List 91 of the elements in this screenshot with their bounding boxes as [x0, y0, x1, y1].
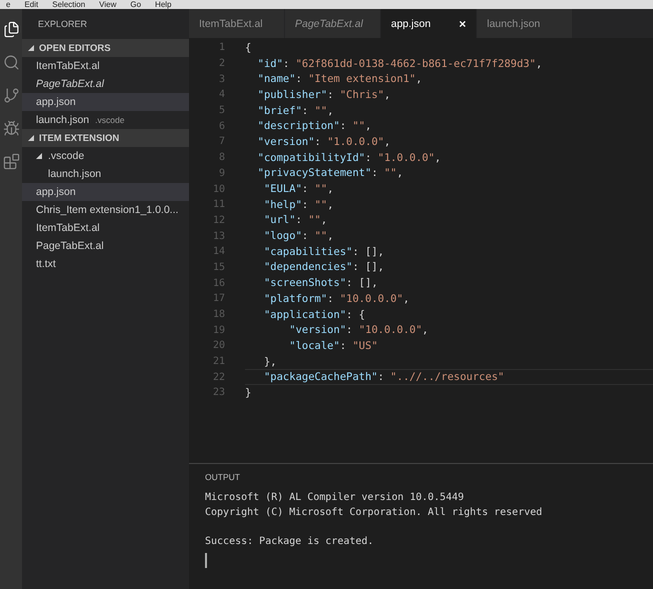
line-number: 16 [212, 278, 226, 289]
line-number: 18 [212, 309, 226, 320]
code-line: "logo": "", [262, 230, 334, 242]
file-tree-item[interactable]: app.json [22, 93, 189, 111]
expand-arrow-icon [36, 153, 42, 159]
code-line: "publisher": "Chris", [256, 88, 390, 101]
menu-item[interactable]: e [6, 0, 10, 9]
file-tree-item[interactable]: launch.json [22, 165, 189, 183]
menu-item[interactable]: Go [130, 0, 142, 9]
section-header[interactable]: OPEN EDITORS [22, 39, 189, 57]
line-number: 12 [212, 214, 226, 226]
line-number: 5 [218, 105, 226, 116]
file-tree-item[interactable]: app.json [22, 183, 189, 201]
folder-label: .vscode [48, 150, 84, 162]
expand-arrow-icon [28, 45, 34, 51]
files-icon[interactable] [2, 21, 20, 38]
close-icon[interactable]: × [458, 16, 466, 30]
file-tree-item[interactable]: launch.json .vscode [22, 111, 189, 129]
code-line: "screenShots": [], [262, 277, 378, 290]
line-number: 17 [212, 293, 226, 304]
menu-item[interactable]: Edit [24, 0, 38, 9]
section-title: ITEM EXTENSION [39, 132, 120, 144]
code-line: "application": { [262, 308, 366, 321]
file-tree-item[interactable]: .vscode [22, 147, 189, 165]
output-line: Microsoft (R) AL Compiler version 10.0.5449 [205, 492, 465, 505]
file-tree-item[interactable]: ItemTabExt.al [22, 57, 189, 75]
line-number: 6 [218, 120, 226, 132]
line-number: 15 [212, 262, 226, 273]
line-number: 11 [212, 199, 226, 210]
code-line: { [245, 42, 252, 54]
file-tree-item[interactable]: PageTabExt.al [22, 75, 189, 93]
code-line: "packageCachePath": "..//../resources" [262, 371, 504, 384]
line-number: 7 [218, 136, 226, 148]
file-tree-item[interactable]: tt.txt [22, 255, 189, 273]
tab-label: app.json [391, 18, 431, 30]
output-line: Success: Package is created. [205, 536, 375, 548]
line-number: 1 [218, 42, 226, 54]
file-tree-item[interactable]: Chris_Item extension1_1.0.0... [22, 201, 189, 219]
code-line: "version": "1.0.0.0", [256, 136, 390, 148]
line-number: 4 [218, 89, 226, 100]
explorer-title: EXPLORER [37, 18, 88, 31]
line-number: 20 [212, 340, 226, 352]
tab-label: launch.json [487, 18, 540, 30]
line-number: 13 [212, 230, 226, 242]
line-number: 21 [212, 356, 226, 368]
tab-label: ItemTabExt.al [199, 18, 263, 30]
editor-tab[interactable]: app.json × [381, 9, 477, 38]
code-line: "locale": "US" [288, 340, 378, 352]
line-number: 23 [212, 387, 226, 398]
file-tree-item[interactable]: ItemTabExt.al [22, 219, 189, 237]
line-number: 19 [212, 324, 226, 336]
section-header[interactable]: ITEM EXTENSION [22, 129, 189, 147]
line-number: 8 [218, 152, 226, 164]
line-number: 22 [212, 372, 226, 383]
line-number: 9 [218, 168, 226, 179]
output-line: Copyright (C) Microsoft Corporation. All rights reserved [205, 506, 544, 520]
menu-item[interactable]: Help [155, 0, 172, 9]
code-line: "name": "Item extension1", [256, 73, 422, 86]
code-line: "capabilities": [], [262, 246, 384, 258]
code-line: "id": "62f861dd-0138-4662-b861-ec71f7f289d3", [256, 58, 542, 70]
code-line: "EULA": "", [262, 183, 334, 196]
code-line: "url": "", [262, 214, 328, 226]
line-number: 14 [212, 246, 226, 258]
blocks-icon[interactable] [2, 153, 20, 170]
code-line: "compatibilityId": "1.0.0.0", [256, 152, 441, 164]
editor-tab[interactable]: PageTabExt.al [285, 9, 381, 38]
tab-label: PageTabExt.al [295, 18, 363, 30]
section-title: OPEN EDITORS [39, 42, 111, 54]
line-number: 3 [218, 74, 226, 85]
branch-icon[interactable] [2, 87, 20, 104]
code-line: "privacyStatement": "", [256, 167, 404, 180]
code-line: "dependencies": [], [262, 261, 384, 274]
code-line: "description": "", [256, 120, 372, 132]
editor-tab[interactable]: ItemTabExt.al [189, 9, 285, 38]
code-line: "platform": "10.0.0.0", [262, 292, 410, 305]
code-line: "help": "", [262, 198, 334, 211]
bug-icon[interactable] [2, 120, 20, 137]
editor-tab[interactable]: launch.json [477, 9, 573, 38]
menu-item[interactable]: View [99, 0, 116, 9]
search-icon[interactable] [2, 54, 20, 71]
expand-arrow-icon [28, 135, 34, 141]
code-line: } [245, 386, 252, 399]
line-number: 2 [218, 58, 226, 70]
file-tree-item[interactable]: PageTabExt.al [22, 237, 189, 255]
folder-hint: .vscode [95, 115, 124, 125]
code-line: "brief": "", [256, 104, 334, 117]
menu-item[interactable]: Selection [52, 0, 86, 9]
line-number: 10 [212, 184, 226, 195]
code-line: "version": "10.0.0.0", [288, 324, 428, 336]
output-title: OUTPUT [205, 472, 241, 482]
code-line: }, [262, 356, 277, 368]
